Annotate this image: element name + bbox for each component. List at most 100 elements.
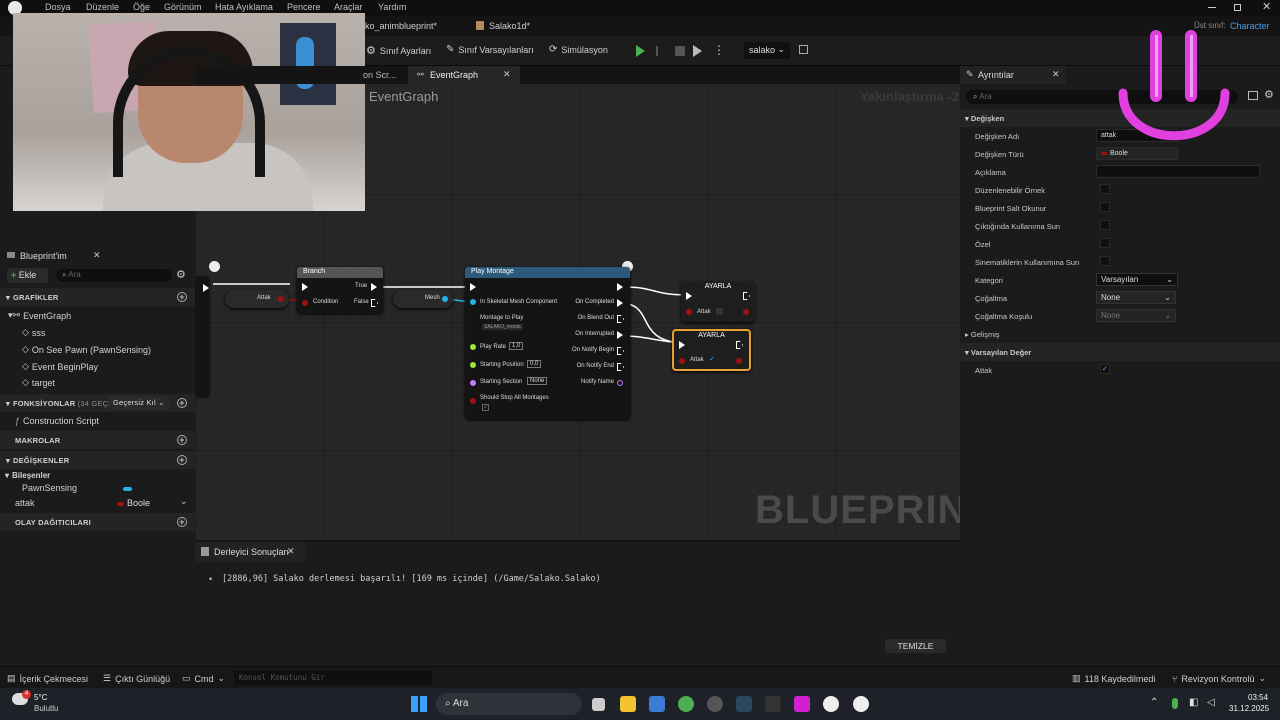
tree-item-eventgraph[interactable]: ▾⚯ EventGraph (8, 310, 71, 321)
add-button[interactable]: + Ekle (7, 268, 48, 283)
menu-tools[interactable]: Araçlar (334, 2, 363, 12)
get-attak-node[interactable]: Attak (225, 290, 289, 308)
private-checkbox[interactable] (1100, 238, 1110, 248)
exec-in-pin-icon[interactable] (470, 283, 476, 291)
bool-out-pin-icon[interactable] (743, 309, 749, 315)
restore-icon[interactable] (1234, 4, 1241, 11)
file-explorer-icon[interactable] (620, 696, 636, 712)
menu-window[interactable]: Pencere (287, 2, 321, 12)
step-button[interactable] (656, 46, 666, 56)
console-command-input[interactable]: Konsol Komutunu Gir (234, 671, 432, 685)
dispatchers-section-header[interactable]: OLAY DAĞITICILARI + (0, 513, 195, 531)
tree-item-sss[interactable]: ◇ sss (22, 327, 45, 338)
replication-condition-dropdown[interactable]: None ⌄ (1096, 309, 1176, 322)
mesh-in-pin-icon[interactable] (470, 299, 476, 305)
volume-icon[interactable]: ◁ (1207, 697, 1215, 708)
clock-date[interactable]: 31.12.2025 (1229, 704, 1269, 713)
steam-icon[interactable] (736, 696, 752, 712)
play-button[interactable] (636, 45, 645, 57)
clear-button[interactable]: TEMİZLE (885, 639, 946, 653)
default-value-section-header[interactable]: ▾ Varsayılan Değer (960, 343, 1280, 361)
epic-games-icon[interactable] (765, 696, 781, 712)
class-defaults-button[interactable]: ✎ Sınıf Varsayılanları (446, 44, 534, 55)
add-variable-icon[interactable]: + (177, 455, 187, 465)
value-checkbox[interactable] (716, 308, 723, 315)
exec-out-pin-icon[interactable] (743, 292, 750, 300)
settings-gear-icon[interactable]: ⚙ (176, 268, 186, 281)
on-interrupted-pin-icon[interactable] (617, 331, 623, 339)
on-notify-end-pin-icon[interactable] (617, 363, 624, 371)
on-completed-pin-icon[interactable] (617, 299, 623, 307)
debug-select-icon[interactable] (799, 45, 808, 54)
tab-salako[interactable]: Salako1d* (489, 21, 530, 31)
tree-item-on-see-pawn[interactable]: ◇ On See Pawn (PawnSensing) (22, 344, 151, 355)
bool-out-pin-icon[interactable] (278, 296, 284, 302)
menu-file[interactable]: Dosya (45, 2, 71, 12)
cmd-dropdown[interactable]: ▭ Cmd ⌄ (182, 673, 225, 684)
chevron-down-icon[interactable]: ⌄ (180, 496, 188, 507)
output-log-button[interactable]: ☰ Çıktı Günlüğü (103, 673, 170, 684)
exec-false-pin-icon[interactable] (371, 299, 378, 307)
expose-spawn-checkbox[interactable] (1100, 220, 1110, 230)
override-dropdown[interactable]: Geçersiz Kıl ⌄ (109, 396, 169, 410)
close-tab-icon[interactable]: ✕ (503, 69, 511, 80)
mic-icon[interactable] (1172, 698, 1178, 709)
on-blend-out-pin-icon[interactable] (617, 315, 624, 323)
tree-item-construction-script[interactable]: ƒ Construction Script (15, 416, 99, 426)
network-icon[interactable]: ◧ (1189, 697, 1198, 708)
menu-asset[interactable]: Öğe (133, 2, 150, 12)
bool-in-pin-icon[interactable] (679, 358, 685, 364)
play-montage-node[interactable]: Play Montage In Skeletal Mesh Component … (465, 267, 630, 419)
add-graph-icon[interactable]: + (177, 292, 187, 302)
chrome-icon[interactable] (678, 696, 694, 712)
exec-in-pin-icon[interactable] (686, 292, 692, 300)
branch-node[interactable]: Branch True Condition False (297, 267, 383, 313)
unreal-engine-icon[interactable] (823, 696, 839, 712)
compiler-tab[interactable]: Derleyici Sonuçları ✕ (195, 542, 305, 562)
content-drawer-button[interactable]: ▤ İçerik Çekmecesi (7, 673, 88, 684)
task-view-icon[interactable] (592, 698, 605, 711)
blueprint-search-input[interactable]: ⌕ Ara (56, 269, 172, 282)
start-windows-icon[interactable] (411, 696, 427, 712)
start-pos-input[interactable]: 0,0 (527, 360, 542, 368)
close-tab-icon[interactable]: ✕ (287, 546, 295, 557)
close-tab-icon[interactable]: ✕ (1052, 69, 1060, 80)
on-notify-begin-pin-icon[interactable] (617, 347, 624, 355)
taskbar-search[interactable]: ⌕ Ara (436, 693, 582, 715)
simulation-button[interactable]: ⟳ Simülasyon (549, 44, 608, 55)
pink-app-icon[interactable] (794, 696, 810, 712)
tree-item-begin-play[interactable]: ◇ Event BeginPlay (22, 361, 98, 372)
montage-asset-picker[interactable]: SALAKO_monta (482, 324, 523, 330)
menu-debug[interactable]: Hata Ayıklama (215, 2, 273, 12)
instance-editable-checkbox[interactable] (1100, 184, 1110, 194)
start-section-pin-icon[interactable] (470, 380, 476, 386)
play-rate-pin-icon[interactable] (470, 344, 476, 350)
start-pos-pin-icon[interactable] (470, 362, 476, 368)
close-window-icon[interactable]: ✕ (1262, 0, 1271, 13)
partial-event-node[interactable] (195, 276, 209, 396)
value-checkbox[interactable]: ✓ (709, 356, 717, 364)
stop-button[interactable] (675, 46, 685, 56)
start-section-input[interactable]: None (527, 377, 548, 385)
exec-true-pin-icon[interactable] (371, 283, 377, 291)
variables-section-header[interactable]: ▾ DEĞİŞKENLER + (0, 451, 195, 469)
condition-pin-icon[interactable] (302, 300, 308, 306)
add-function-icon[interactable]: + (177, 398, 187, 408)
bool-in-pin-icon[interactable] (686, 309, 692, 315)
description-input[interactable] (1096, 165, 1260, 178)
store-icon[interactable] (649, 696, 665, 712)
exec-out-pin-icon[interactable] (617, 283, 623, 291)
add-macro-icon[interactable]: + (177, 435, 187, 445)
macros-section-header[interactable]: MAKROLAR + (0, 431, 195, 449)
minimize-icon[interactable] (1208, 7, 1216, 8)
table-view-icon[interactable] (1248, 91, 1258, 100)
tray-chevron-icon[interactable]: ⌃ (1150, 697, 1158, 708)
category-dropdown[interactable]: Varsayılan ⌄ (1096, 273, 1178, 286)
eject-button[interactable] (693, 45, 702, 57)
components-category[interactable]: ▾ Bileşenler (5, 471, 50, 480)
unreal-editor-icon[interactable] (853, 696, 869, 712)
bool-out-pin-icon[interactable] (736, 358, 742, 364)
exec-out-pin-icon[interactable] (736, 341, 743, 349)
menu-edit[interactable]: Düzenle (86, 2, 119, 12)
stop-all-pin-icon[interactable] (470, 398, 476, 404)
